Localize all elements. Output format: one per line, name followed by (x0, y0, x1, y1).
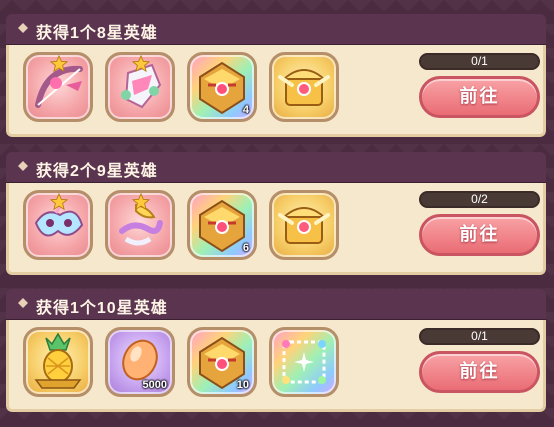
star-icon (50, 55, 68, 73)
quest-body: 5000 10 0/1 前往 (6, 320, 546, 412)
quest-panel-3: 获得1个10星英雄 5000 10 0/1 前往 (6, 289, 546, 412)
quest-title: 获得1个10星英雄 (36, 300, 168, 317)
gold-chest-icon (278, 207, 330, 244)
reward-gold-chest[interactable] (269, 52, 339, 122)
quest-body: 6 0/2 前往 (6, 183, 546, 275)
reward-count: 4 (242, 104, 249, 116)
diamond-bullet-icon (18, 298, 28, 308)
reward-pineapple[interactable] (23, 327, 93, 397)
reward-count: 6 (242, 242, 249, 254)
quest-title: 获得2个9星英雄 (36, 163, 158, 180)
go-button[interactable]: 前往 (419, 76, 540, 118)
progress-label: 0/1 (471, 54, 488, 68)
reward-sparkle-frame[interactable] (269, 327, 339, 397)
reward-mask[interactable] (23, 190, 93, 260)
reward-treasure-box[interactable]: 4 (187, 52, 257, 122)
pineapple-icon (34, 332, 82, 389)
reward-gold-chest[interactable] (269, 190, 339, 260)
progress-label: 0/2 (471, 192, 488, 206)
go-button[interactable]: 前往 (419, 351, 540, 393)
sparkle-frame-icon (282, 340, 326, 384)
quest-title: 获得1个8星英雄 (36, 25, 158, 42)
diamond-bullet-icon (18, 161, 28, 171)
gold-chest-icon (278, 69, 330, 106)
quest-panel-1: 获得1个8星英雄 4 0/1 前往 (6, 14, 546, 137)
reward-gem-stone[interactable]: 5000 (105, 327, 175, 397)
quest-panel-2: 获得2个9星英雄 6 0/2 前往 (6, 152, 546, 275)
progress-bar: 0/1 (419, 53, 540, 70)
star-icon (132, 193, 150, 211)
reward-count: 10 (236, 379, 249, 391)
reward-bow[interactable] (23, 52, 93, 122)
quest-header: 获得2个9星英雄 (6, 152, 546, 183)
progress-label: 0/1 (471, 329, 488, 343)
quest-header: 获得1个8星英雄 (6, 14, 546, 45)
reward-treasure-box[interactable]: 6 (187, 190, 257, 260)
diamond-bullet-icon (18, 23, 28, 33)
reward-ornate-mask[interactable] (105, 190, 175, 260)
reward-treasure-box[interactable]: 10 (187, 327, 257, 397)
progress-bar: 0/1 (419, 328, 540, 345)
reward-count: 5000 (142, 379, 167, 391)
quest-body: 4 0/1 前往 (6, 45, 546, 137)
star-icon (50, 193, 68, 211)
progress-bar: 0/2 (419, 191, 540, 208)
reward-armor[interactable] (105, 52, 175, 122)
go-button[interactable]: 前往 (419, 214, 540, 256)
quest-header: 获得1个10星英雄 (6, 289, 546, 320)
star-icon (132, 55, 150, 73)
